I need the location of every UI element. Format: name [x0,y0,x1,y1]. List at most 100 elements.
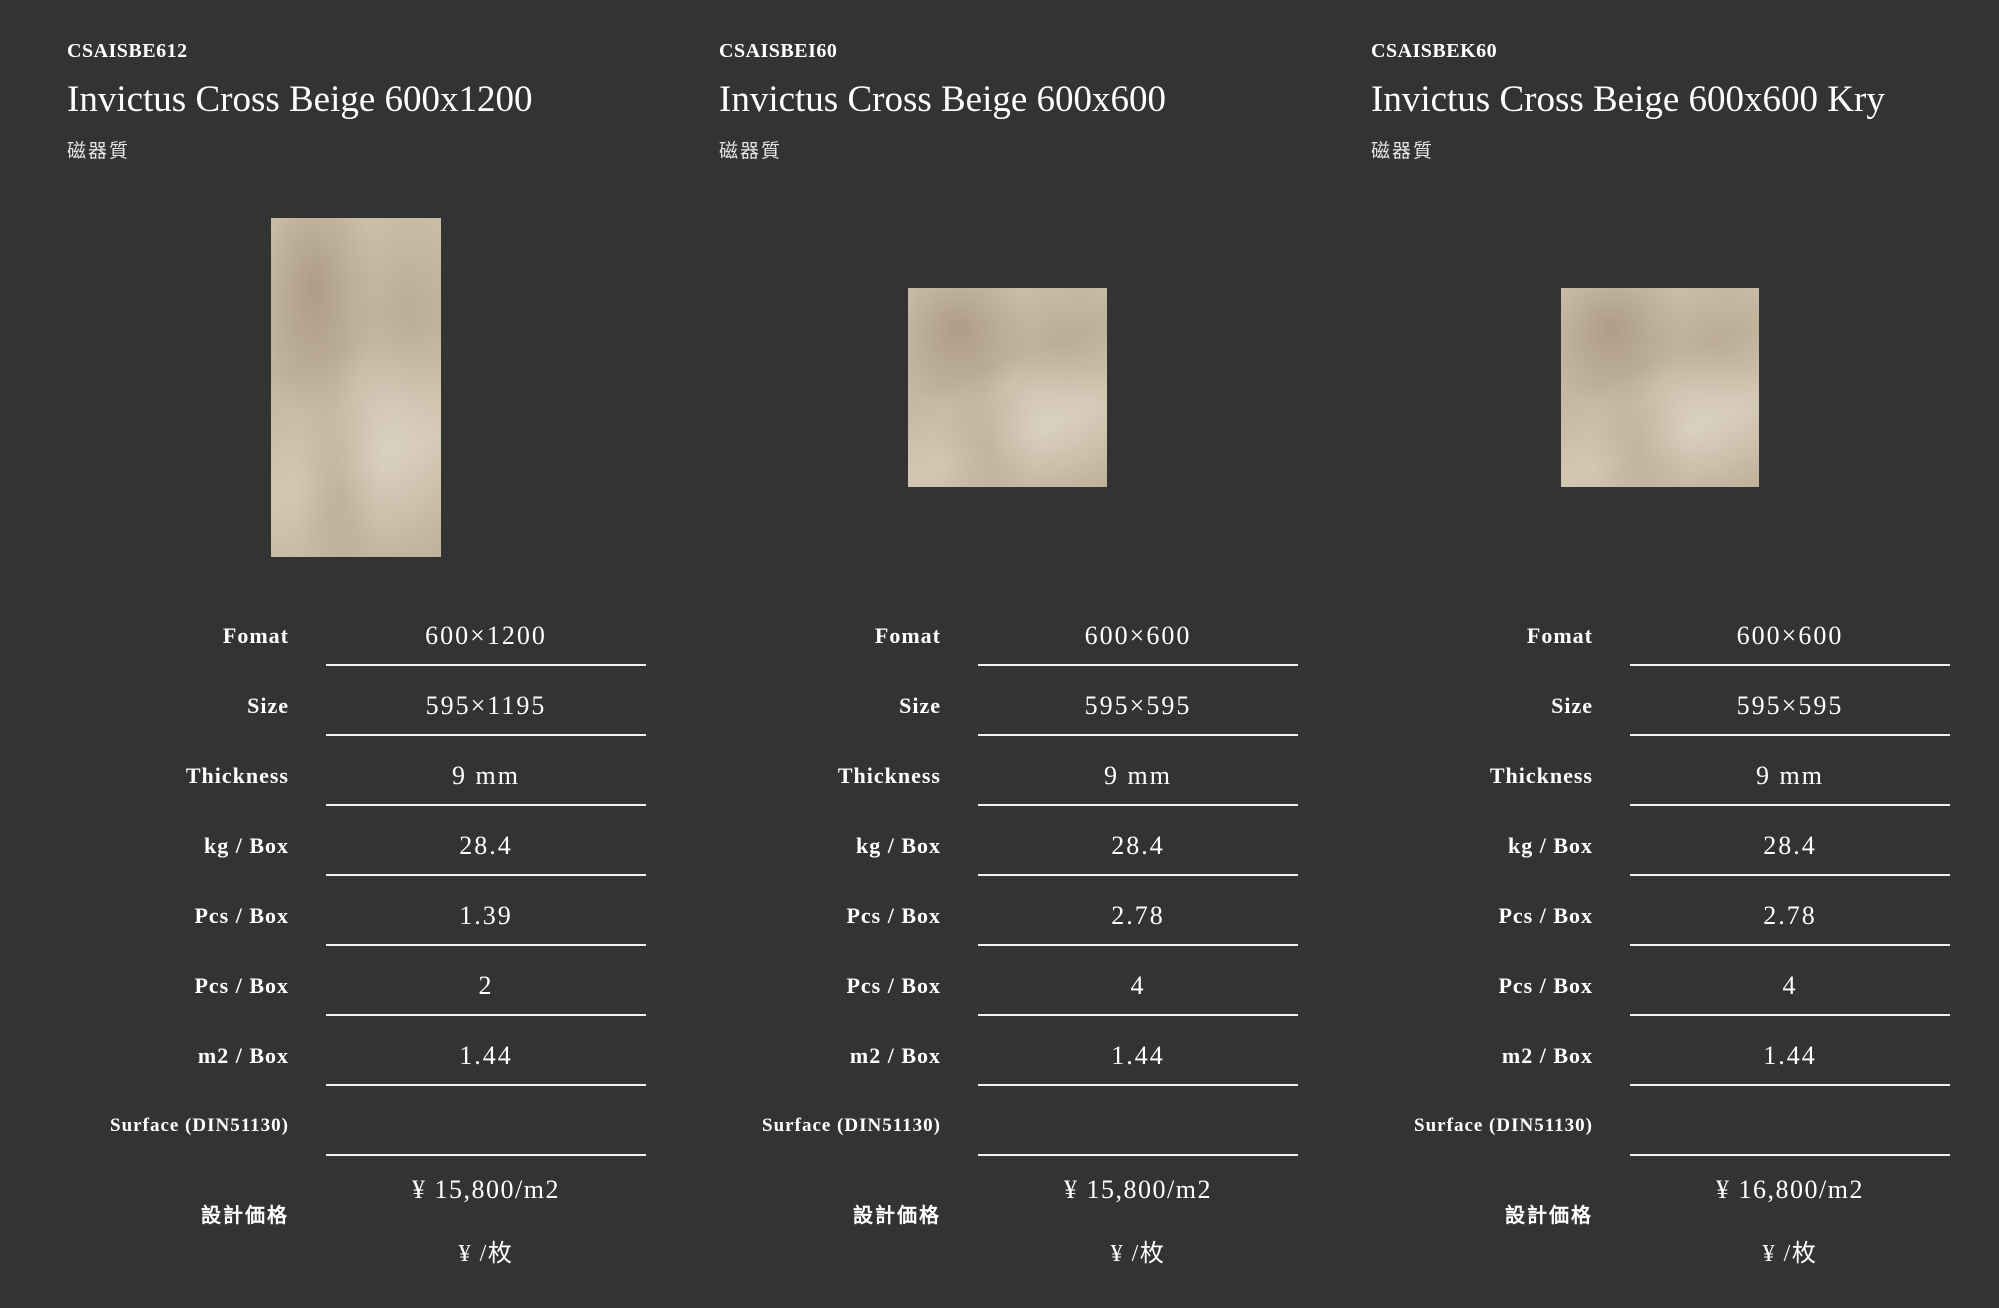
spec-row: Size 595×595 [1304,673,1955,743]
spec-divider [1630,1154,1950,1156]
spec-label: Thickness [837,763,941,788]
price-per-m2: ¥ 15,800/m2 [1064,1175,1212,1204]
tile-image [1561,288,1759,487]
spec-divider [326,1084,646,1086]
spec-divider [978,1084,1298,1086]
spec-value: 1.44 [1111,1041,1165,1070]
spec-row: kg / Box 28.4 [1304,813,1955,883]
spec-row: Surface (DIN51130) [0,1093,651,1163]
spec-value: 2 [478,971,494,1000]
spec-value: 595×595 [1084,691,1192,720]
spec-divider [1630,734,1950,736]
spec-value: 600×1200 [425,621,547,650]
spec-divider [326,944,646,946]
spec-label: Surface (DIN51130) [110,1115,289,1136]
spec-label: Thickness [185,763,289,788]
spec-divider [978,1154,1298,1156]
spec-label: Pcs / Box [1498,903,1593,928]
tile-image [271,218,441,557]
spec-label: Pcs / Box [846,973,941,998]
spec-divider [978,944,1298,946]
price-per-piece: ¥ /枚 [1762,1241,1818,1267]
spec-row: Pcs / Box 4 [1304,953,1955,1023]
spec-label: Pcs / Box [1498,973,1593,998]
spec-divider [326,1154,646,1156]
price-per-piece: ¥ /枚 [458,1241,514,1267]
product-code: CSAISBE612 [67,40,188,62]
spec-value: 2.78 [1763,901,1817,930]
product-column: CSAISBEK60 Invictus Cross Beige 600x600 K… [1304,0,1955,1308]
spec-row: m2 / Box 1.44 [652,1023,1303,1093]
spec-value: 28.4 [1763,831,1817,860]
spec-divider [326,804,646,806]
spec-value: 600×600 [1084,621,1192,650]
spec-label: kg / Box [855,833,941,858]
spec-row: Fomat 600×600 [1304,603,1955,673]
spec-row: Pcs / Box 2 [0,953,651,1023]
spec-value: 1.39 [459,901,513,930]
spec-label: Pcs / Box [194,903,289,928]
spec-label: Fomat [222,623,289,648]
spec-divider [978,804,1298,806]
spec-row: Thickness 9 mm [1304,743,1955,813]
spec-value: 600×600 [1736,621,1844,650]
product-name: Invictus Cross Beige 600x600 [719,79,1167,120]
spec-value: 9 mm [1104,761,1172,790]
spec-divider [978,874,1298,876]
spec-label: Fomat [874,623,941,648]
product-code: CSAISBEK60 [1371,40,1498,62]
product-column: CSAISBE612 Invictus Cross Beige 600x1200 磁… [0,0,651,1308]
tile-image [908,288,1107,487]
spec-label: kg / Box [203,833,289,858]
spec-label: Size [1551,693,1593,718]
spec-row: Surface (DIN51130) [1304,1093,1955,1163]
spec-label: Pcs / Box [194,973,289,998]
product-material: 磁器質 [719,141,783,162]
spec-value: 28.4 [459,831,513,860]
spec-divider [978,1014,1298,1016]
product-code: CSAISBEI60 [719,40,838,62]
spec-row: Pcs / Box 2.78 [652,883,1303,953]
spec-row: Surface (DIN51130) [652,1093,1303,1163]
spec-value: 9 mm [1756,761,1824,790]
product-name: Invictus Cross Beige 600x1200 [67,79,533,120]
spec-value: 28.4 [1111,831,1165,860]
spec-value: 2.78 [1111,901,1165,930]
product-material: 磁器質 [1371,141,1435,162]
price-label: 設計価格 [201,1205,289,1227]
spec-label: Size [899,693,941,718]
spec-label: Pcs / Box [846,903,941,928]
spec-divider [326,664,646,666]
price-per-piece: ¥ /枚 [1110,1241,1166,1267]
spec-value: 4 [1782,971,1798,1000]
spec-value: 4 [1130,971,1146,1000]
price-per-m2: ¥ 15,800/m2 [412,1175,560,1204]
spec-label: m2 / Box [197,1043,289,1068]
spec-divider [1630,804,1950,806]
spec-label: Size [247,693,289,718]
product-column: CSAISBEI60 Invictus Cross Beige 600x600 磁器… [652,0,1303,1308]
spec-divider [1630,664,1950,666]
spec-divider [1630,874,1950,876]
spec-divider [326,734,646,736]
price-label: 設計価格 [1505,1205,1593,1227]
spec-value: 1.44 [459,1041,513,1070]
spec-row: Fomat 600×600 [652,603,1303,673]
spec-label: kg / Box [1507,833,1593,858]
spec-row: Pcs / Box 4 [652,953,1303,1023]
spec-divider [1630,1014,1950,1016]
spec-row: Thickness 9 mm [0,743,651,813]
spec-label: m2 / Box [1501,1043,1593,1068]
spec-row: Fomat 600×1200 [0,603,651,673]
spec-row: Pcs / Box 1.39 [0,883,651,953]
spec-divider [1630,944,1950,946]
spec-row: Thickness 9 mm [652,743,1303,813]
spec-label: m2 / Box [849,1043,941,1068]
spec-value: 595×595 [1736,691,1844,720]
spec-row: m2 / Box 1.44 [1304,1023,1955,1093]
spec-label: Surface (DIN51130) [1414,1115,1593,1136]
spec-row: Size 595×1195 [0,673,651,743]
spec-divider [326,874,646,876]
spec-row: Size 595×595 [652,673,1303,743]
price-label: 設計価格 [853,1205,941,1227]
